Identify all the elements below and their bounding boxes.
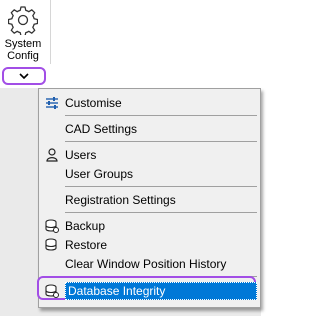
menu-item-label: Clear Window Position History [65, 257, 227, 271]
menu-item-backup[interactable]: Backup [41, 216, 257, 236]
menu-separator [65, 115, 257, 116]
menu-separator [65, 212, 257, 213]
gear-icon [8, 6, 38, 35]
system-config-label: System Config [1, 38, 45, 62]
menu-item-label: Database Integrity [65, 282, 257, 300]
menu-separator [65, 186, 257, 187]
menu-separator [65, 141, 257, 142]
sliders-icon [44, 95, 60, 111]
menu-separator [65, 276, 257, 277]
menu-item-label: Users [65, 148, 97, 162]
system-config-label-line2: Config [7, 50, 39, 62]
system-config-menu: Customise CAD Settings Users User Groups… [38, 88, 261, 308]
database-restore-icon [44, 237, 60, 253]
menu-item-label: Restore [65, 238, 108, 252]
database-integrity-icon [44, 283, 60, 299]
database-backup-icon [44, 218, 60, 234]
menu-item-customise[interactable]: Customise [41, 93, 257, 113]
system-config-label-line1: System [4, 38, 42, 50]
menu-item-database-integrity[interactable]: Database Integrity [41, 281, 257, 301]
menu-item-cad-settings[interactable]: CAD Settings [41, 119, 257, 139]
menu-item-label: CAD Settings [65, 122, 138, 136]
ribbon-separator [50, 0, 51, 64]
menu-item-users[interactable]: Users [41, 145, 257, 165]
menu-item-clear-window-position-history[interactable]: Clear Window Position History [41, 254, 257, 274]
menu-item-restore[interactable]: Restore [41, 235, 257, 255]
menu-item-label: Customise [65, 96, 122, 110]
menu-item-user-groups[interactable]: User Groups [41, 164, 257, 184]
system-config-button[interactable]: System Config [1, 3, 45, 65]
menu-item-registration-settings[interactable]: Registration Settings [41, 190, 257, 210]
system-config-dropdown-button[interactable] [2, 67, 46, 85]
menu-item-label: Registration Settings [65, 193, 176, 207]
user-icon [44, 147, 60, 163]
menu-item-label: Backup [65, 219, 106, 233]
chevron-down-icon [19, 73, 29, 79]
menu-item-label: User Groups [65, 167, 134, 181]
